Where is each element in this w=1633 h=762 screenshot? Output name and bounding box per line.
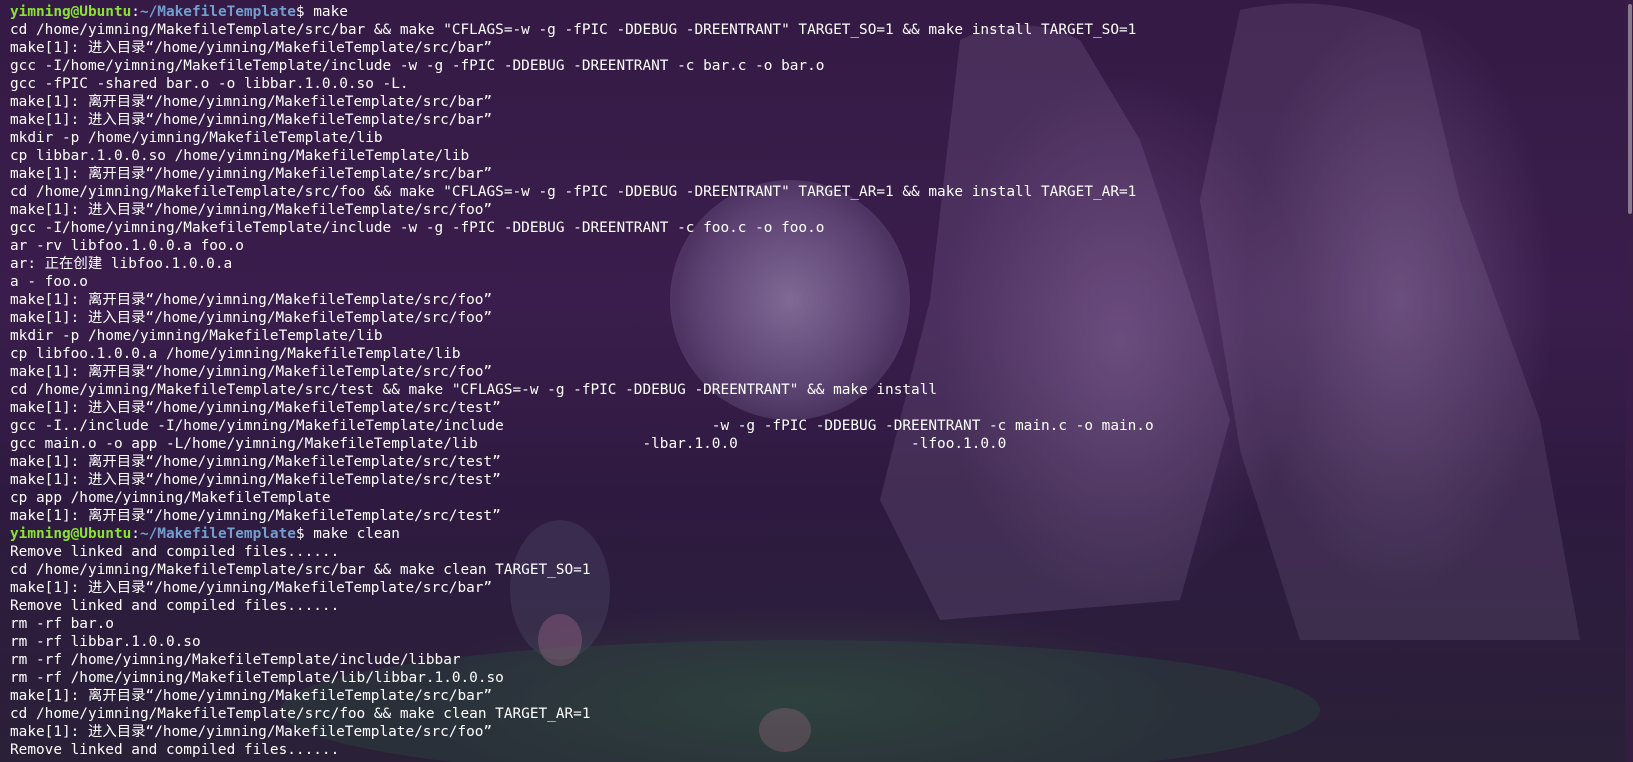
output-line: make[1]: 离开目录“/home/yimning/MakefileTemp… [10,508,501,524]
output-line: make[1]: 进入目录“/home/yimning/MakefileTemp… [10,472,501,488]
prompt-symbol: $ [295,526,305,542]
output-line: make[1]: 离开目录“/home/yimning/MakefileTemp… [10,688,493,704]
output-line: gcc -I/home/yimning/MakefileTemplate/inc… [10,58,825,74]
output-line: cd /home/yimning/MakefileTemplate/src/fo… [10,706,591,722]
output-line: Remove linked and compiled files...... [10,742,340,758]
output-line: make[1]: 进入目录“/home/yimning/MakefileTemp… [10,202,493,218]
output-line: rm -rf bar.o [10,616,114,632]
output-line: cd /home/yimning/MakefileTemplate/src/ba… [10,22,1137,38]
output-line: gcc main.o -o app -L/home/yimning/Makefi… [10,436,1007,452]
prompt-separator: : [131,4,140,20]
scrollbar-thumb[interactable] [1628,4,1632,214]
output-line: make[1]: 进入目录“/home/yimning/MakefileTemp… [10,40,493,56]
output-line: make[1]: 进入目录“/home/yimning/MakefileTemp… [10,112,493,128]
output-line: gcc -I/home/yimning/MakefileTemplate/inc… [10,220,825,236]
prompt-line: yimning@Ubuntu:~/MakefileTemplate$ make [10,3,1610,21]
prompt-separator: : [131,526,140,542]
output-line: cp libfoo.1.0.0.a /home/yimning/Makefile… [10,346,461,362]
output-line: make[1]: 离开目录“/home/yimning/MakefileTemp… [10,364,493,380]
output-line: ar -rv libfoo.1.0.0.a foo.o [10,238,244,254]
output-line: cd /home/yimning/MakefileTemplate/src/ba… [10,562,591,578]
output-line: gcc -I../include -I/home/yimning/Makefil… [10,418,1154,434]
scrollbar[interactable] [1625,0,1633,762]
output-line: mkdir -p /home/yimning/MakefileTemplate/… [10,130,383,146]
prompt-user-host: yimning@Ubuntu [10,4,132,20]
prompt-path: ~/MakefileTemplate [139,526,296,542]
output-line: mkdir -p /home/yimning/MakefileTemplate/… [10,328,383,344]
prompt-symbol: $ [295,4,305,20]
output-line: Remove linked and compiled files...... [10,598,340,614]
output-line: ar: 正在创建 libfoo.1.0.0.a [10,256,233,272]
output-line: make[1]: 离开目录“/home/yimning/MakefileTemp… [10,292,493,308]
prompt-path: ~/MakefileTemplate [139,4,296,20]
prompt-command: make clean [304,526,400,542]
output-line: make[1]: 进入目录“/home/yimning/MakefileTemp… [10,400,501,416]
output-line: Remove linked and compiled files...... [10,544,340,560]
output-line: make[1]: 进入目录“/home/yimning/MakefileTemp… [10,724,493,740]
output-line: cp libbar.1.0.0.so /home/yimning/Makefil… [10,148,470,164]
terminal-output: yimning@Ubuntu:~/MakefileTemplate$ make c… [10,3,1610,759]
output-line: a - foo.o [10,274,88,290]
output-line: make[1]: 离开目录“/home/yimning/MakefileTemp… [10,94,493,110]
output-line: cd /home/yimning/MakefileTemplate/src/te… [10,382,938,398]
output-line: cp app /home/yimning/MakefileTemplate [10,490,331,506]
output-line: make[1]: 离开目录“/home/yimning/MakefileTemp… [10,454,501,470]
output-line: make[1]: 进入目录“/home/yimning/MakefileTemp… [10,580,493,596]
terminal-window[interactable]: yimning@Ubuntu:~/MakefileTemplate$ make c… [0,0,1633,762]
output-line: make[1]: 离开目录“/home/yimning/MakefileTemp… [10,166,493,182]
output-line: gcc -fPIC -shared bar.o -o libbar.1.0.0.… [10,76,409,92]
output-line: rm -rf /home/yimning/MakefileTemplate/in… [10,652,461,668]
output-line: cd /home/yimning/MakefileTemplate/src/fo… [10,184,1137,200]
output-line: rm -rf libbar.1.0.0.so [10,634,201,650]
prompt-user-host: yimning@Ubuntu [10,526,132,542]
output-line: rm -rf /home/yimning/MakefileTemplate/li… [10,670,504,686]
output-line: make[1]: 进入目录“/home/yimning/MakefileTemp… [10,310,493,326]
prompt-command: make [304,4,348,20]
prompt-line: yimning@Ubuntu:~/MakefileTemplate$ make … [10,525,1610,543]
